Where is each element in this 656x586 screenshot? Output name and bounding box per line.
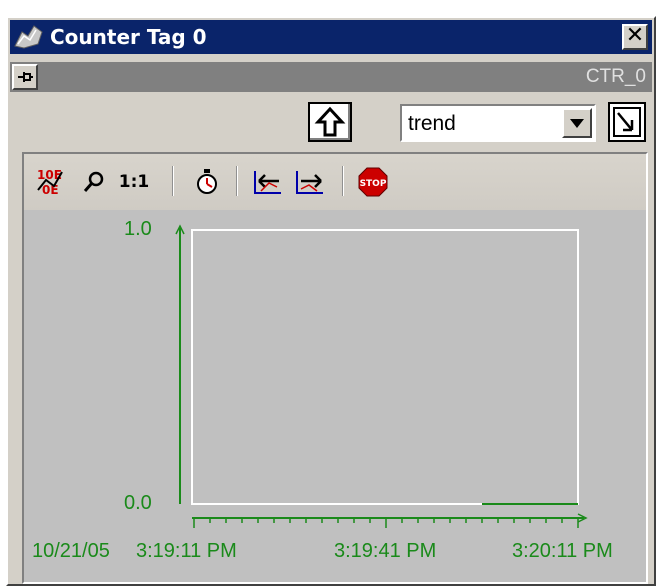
- x-tick-label-end: 3:20:11 PM: [512, 540, 613, 562]
- pin-icon: [18, 72, 33, 82]
- tag-bar: CTR_0: [10, 62, 652, 92]
- svg-text:0E: 0E: [42, 183, 59, 197]
- chevron-down-icon: [570, 119, 584, 128]
- timer-icon: [197, 169, 217, 194]
- x-date-label: 10/21/05: [32, 540, 110, 562]
- scale-toggle-button[interactable]: 10E 0E: [34, 166, 68, 198]
- stop-button[interactable]: STOP: [356, 166, 390, 198]
- tag-name: CTR_0: [585, 66, 646, 87]
- trend-toolbar: 10E 0E 1:1 STOP: [24, 154, 646, 210]
- app-icon: [14, 25, 43, 49]
- trend-panel: 10E 0E 1:1 STOP 1.0 0.0 10/21/05 3:19:11…: [22, 152, 648, 584]
- x-minor-ticks: [193, 518, 579, 528]
- toolbar-separator: [172, 166, 174, 196]
- close-button[interactable]: ✕: [622, 24, 648, 50]
- toolbar-separator: [342, 166, 344, 196]
- x-tick-label-mid: 3:19:41 PM: [334, 540, 437, 562]
- resize-button[interactable]: [608, 102, 646, 142]
- view-select[interactable]: trend: [400, 104, 596, 142]
- zoom-button[interactable]: [80, 166, 108, 198]
- toolbar-separator: [236, 166, 238, 196]
- pin-button[interactable]: [12, 64, 38, 90]
- timer-button[interactable]: [192, 166, 222, 198]
- actual-size-icon: 1:1: [118, 172, 150, 192]
- navigate-up-button[interactable]: [308, 102, 352, 142]
- trend-window: Counter Tag 0 ✕ CTR_0 trend 10E 0E 1:1 S…: [6, 16, 656, 586]
- trend-chart: [175, 224, 588, 528]
- zoom-icon: [83, 171, 104, 192]
- plot-area: [191, 229, 579, 505]
- close-icon: ✕: [625, 23, 645, 48]
- title-bar[interactable]: Counter Tag 0 ✕: [10, 20, 652, 54]
- y-tick-label-min: 0.0: [124, 492, 152, 514]
- scroll-back-button[interactable]: [250, 166, 284, 198]
- scroll-forward-button[interactable]: [292, 166, 326, 198]
- scroll-forward-icon: [296, 171, 323, 194]
- up-arrow-icon: [314, 106, 346, 137]
- scale-toggle-icon: 10E 0E: [37, 168, 63, 197]
- stop-icon: STOP: [358, 167, 388, 197]
- y-tick-label-max: 1.0: [124, 218, 152, 240]
- window-title: Counter Tag 0: [50, 25, 207, 49]
- dropdown-button[interactable]: [562, 108, 592, 138]
- x-tick-label-start: 3:19:11 PM: [136, 540, 237, 562]
- resize-icon: [613, 107, 641, 137]
- scroll-back-icon: [254, 171, 281, 194]
- svg-text:STOP: STOP: [360, 179, 387, 189]
- actual-size-button[interactable]: 1:1: [116, 166, 152, 198]
- view-select-value: trend: [408, 112, 456, 135]
